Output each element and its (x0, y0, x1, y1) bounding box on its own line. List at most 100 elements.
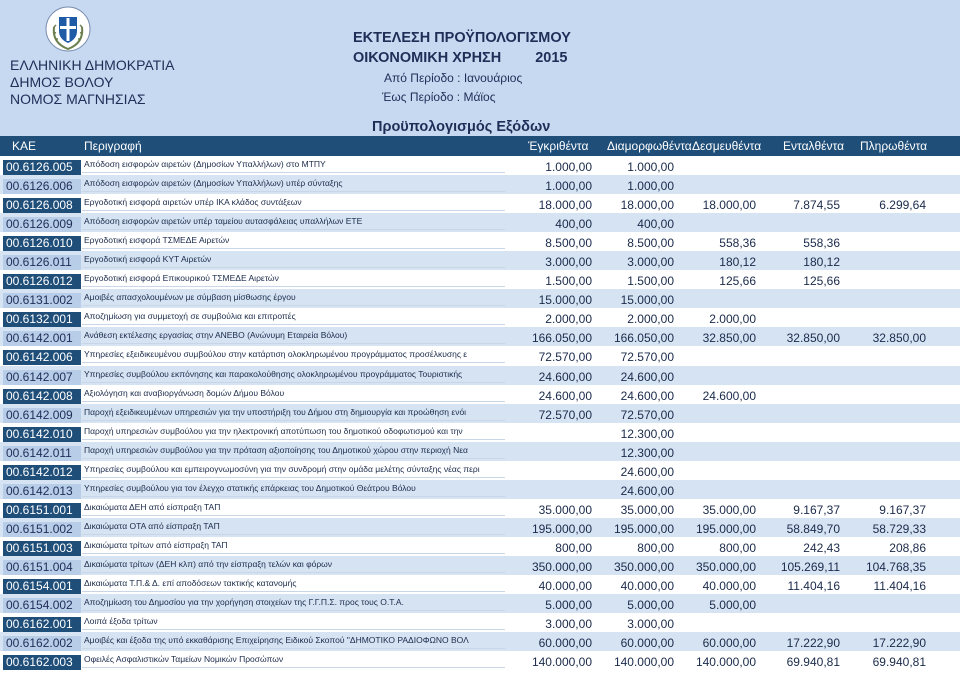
table-row: 00.6126.008 Εργοδοτική εισφορά αιρετών υπ… (0, 194, 960, 214)
kae-code: 00.6126.012 (3, 274, 81, 290)
paid-amount: 208,86 (889, 540, 926, 555)
formed-amount: 72.570,00 (620, 407, 674, 422)
description: Παροχή υπηρεσιών συμβούλου για την ηλεκτ… (84, 425, 463, 436)
approved-amount: 3.000,00 (545, 255, 592, 270)
committed-amount: 32.850,00 (702, 331, 756, 346)
col-description: Περιγραφή (84, 139, 142, 153)
committed-amount: 60.000,00 (702, 636, 756, 651)
formed-amount: 24.600,00 (620, 369, 674, 384)
table-row: 00.6142.009 Παροχή εξειδικευμένων υπηρεσι… (0, 403, 960, 423)
ordered-amount: 11.404,16 (787, 579, 841, 594)
formed-amount: 12.300,00 (620, 426, 674, 441)
paid-amount: 32.850,00 (872, 331, 926, 346)
org-line-2: ΔΗΜΟΣ ΒΟΛΟΥ (10, 74, 114, 90)
period-from: Από Περίοδο : Ιανουάριος (384, 71, 523, 85)
approved-amount: 800,00 (555, 540, 592, 555)
ordered-amount: 9.167,37 (793, 502, 840, 517)
kae-code: 00.6142.008 (3, 388, 81, 404)
org-line-3: ΝΟΜΟΣ ΜΑΓΝΗΣΙΑΣ (10, 91, 146, 107)
table-row: 00.6142.006 Υπηρεσίες εξειδικευμένου συμβ… (0, 346, 960, 366)
approved-amount: 40.000,00 (538, 579, 592, 594)
committed-amount: 24.600,00 (702, 388, 756, 403)
description: Δικαιώματα ΟΤΑ από είσπραξη ΤΑΠ (84, 519, 504, 532)
table-row: 00.6142.001 Ανάθεση εκτέλεσης εργασίας στ… (0, 327, 960, 347)
formed-amount: 195.000,00 (613, 521, 674, 536)
section-title: Προϋπολογισμός Εξόδων (372, 119, 551, 135)
ordered-amount: 69.940,81 (786, 655, 840, 670)
kae-code: 00.6154.002 (3, 598, 81, 614)
table-row: 00.6126.005 Απόδοση εισφορών αιρετών (Δημ… (0, 156, 960, 176)
description: Παροχή υπηρεσιών συμβούλου για την πρότα… (84, 443, 504, 456)
period-to-value: Μάϊος (463, 90, 496, 104)
table-row: 00.6162.002 Αμοιβές και έξοδα της υπό εκκ… (0, 632, 960, 652)
kae-code: 00.6142.011 (3, 445, 81, 461)
table-row: 00.6154.001 Δικαιώματα Τ.Π.& Δ. επί αποδό… (0, 575, 960, 595)
committed-amount: 2.000,00 (709, 312, 756, 327)
table-row: 00.6142.010 Παροχή υπηρεσιών συμβούλου γι… (0, 422, 960, 442)
kae-code: 00.6142.010 (3, 426, 81, 442)
formed-amount: 166.050,00 (613, 331, 674, 346)
description: Απόδοση εισφορών αιρετών (Δημοσίων Υπαλλ… (84, 159, 326, 169)
ordered-amount: 105.269,11 (780, 559, 840, 574)
committed-amount: 140.000,00 (695, 655, 756, 670)
kae-code: 00.6126.010 (3, 236, 81, 252)
committed-amount: 35.000,00 (702, 502, 756, 517)
table-row: 00.6162.003 Οφειλές Ασφαλιστικών Ταμείων … (0, 651, 960, 671)
description: Αμοιβές και έξοδα της υπό εκκαθάρισης Επ… (84, 634, 504, 647)
table-row: 00.6142.013 Υπηρεσίες συμβούλου για τον έ… (0, 479, 960, 499)
formed-amount: 5.000,00 (627, 598, 674, 613)
description: Δικαιώματα Τ.Π.& Δ. επί αποδόσεων τακτικ… (84, 578, 297, 589)
table-row: 00.6126.009 Απόδοση εισφορών αιρετών υπέρ… (0, 213, 960, 233)
description: Ανάθεση εκτέλεσης εργασίας στην ΑΝΕΒΟ (Α… (84, 329, 504, 342)
coat-of-arms-icon (45, 6, 91, 52)
col-approved: Έγκριθέντα (528, 139, 589, 153)
description: Εργοδοτική εισφορά αιρετών υπέρ ΙΚΑ κλάδ… (84, 197, 302, 208)
kae-code: 00.6151.004 (3, 559, 81, 575)
column-header-bar: ΚΑΕ Περιγραφή Έγκριθέντα Διαμορφωθέντα Δ… (0, 136, 960, 156)
ordered-amount: 32.850,00 (786, 331, 840, 346)
paid-amount: 17.222,90 (872, 636, 926, 651)
approved-amount: 3.000,00 (545, 617, 592, 632)
kae-code: 00.6126.005 (3, 160, 81, 175)
description: Οφειλές Ασφαλιστικών Ταμείων Νομικών Προ… (84, 654, 284, 665)
kae-code: 00.6162.003 (3, 655, 81, 671)
ordered-amount: 242,43 (803, 540, 840, 555)
approved-amount: 195.000,00 (531, 521, 592, 536)
kae-code: 00.6132.001 (3, 312, 81, 328)
committed-amount: 558,36 (719, 236, 756, 251)
ordered-amount: 7.874,55 (793, 198, 840, 213)
paid-amount: 6.299,64 (879, 198, 926, 213)
kae-code: 00.6154.001 (3, 579, 81, 595)
kae-code: 00.6151.001 (3, 502, 81, 518)
formed-amount: 3.000,00 (627, 255, 674, 270)
table-row: 00.6126.012 Εργοδοτική εισφορά Επικουρικο… (0, 270, 960, 290)
kae-code: 00.6142.013 (3, 483, 81, 499)
formed-amount: 24.600,00 (620, 483, 674, 498)
description: Εργοδοτική εισφορά Επικουρικού ΤΣΜΕΔΕ Αι… (84, 273, 279, 284)
formed-amount: 1.000,00 (627, 179, 674, 194)
fiscal-year-label: ΟΙΚΟΝΟΜΙΚΗ ΧΡΗΣΗ (353, 50, 502, 66)
formed-amount: 1.000,00 (627, 160, 674, 174)
table-row: 00.6126.011 Εργοδοτική εισφορά ΚΥΤ Αιρετώ… (0, 251, 960, 271)
committed-amount: 125,66 (719, 274, 756, 289)
col-committed: Δεσμευθέντα (692, 139, 762, 153)
table-row: 00.6151.003 Δικαιώματα τρίτων από είσπραξ… (0, 536, 960, 556)
fiscal-year: 2015 (535, 50, 568, 66)
table-row: 00.6126.010 Εργοδοτική εισφορά ΤΣΜΕΔΕ Αιρ… (0, 232, 960, 252)
table-row: 00.6142.008 Αξιολόγηση και αναβιοργάνωση … (0, 384, 960, 404)
approved-amount: 8.500,00 (545, 236, 592, 251)
approved-amount: 24.600,00 (538, 369, 592, 384)
committed-amount: 5.000,00 (709, 598, 756, 613)
description: Αποζημίωση του Δημοσίου για την χορήγηση… (84, 596, 504, 609)
col-paid: Πληρωθέντα (860, 139, 928, 153)
paid-amount: 104.768,35 (865, 559, 926, 574)
description: Εργοδοτική εισφορά ΚΥΤ Αιρετών (84, 253, 504, 266)
committed-amount: 195.000,00 (695, 521, 756, 536)
formed-amount: 35.000,00 (620, 502, 674, 517)
table-row: 00.6142.007 Υπηρεσίες συμβούλου εκπόνησης… (0, 365, 960, 385)
kae-code: 00.6126.011 (3, 255, 81, 271)
formed-amount: 1.500,00 (627, 274, 674, 289)
table-row: 00.6126.006 Απόδοση εισφορών αιρετών (Δημ… (0, 175, 960, 195)
formed-amount: 24.600,00 (620, 464, 674, 479)
approved-amount: 72.570,00 (538, 407, 592, 422)
